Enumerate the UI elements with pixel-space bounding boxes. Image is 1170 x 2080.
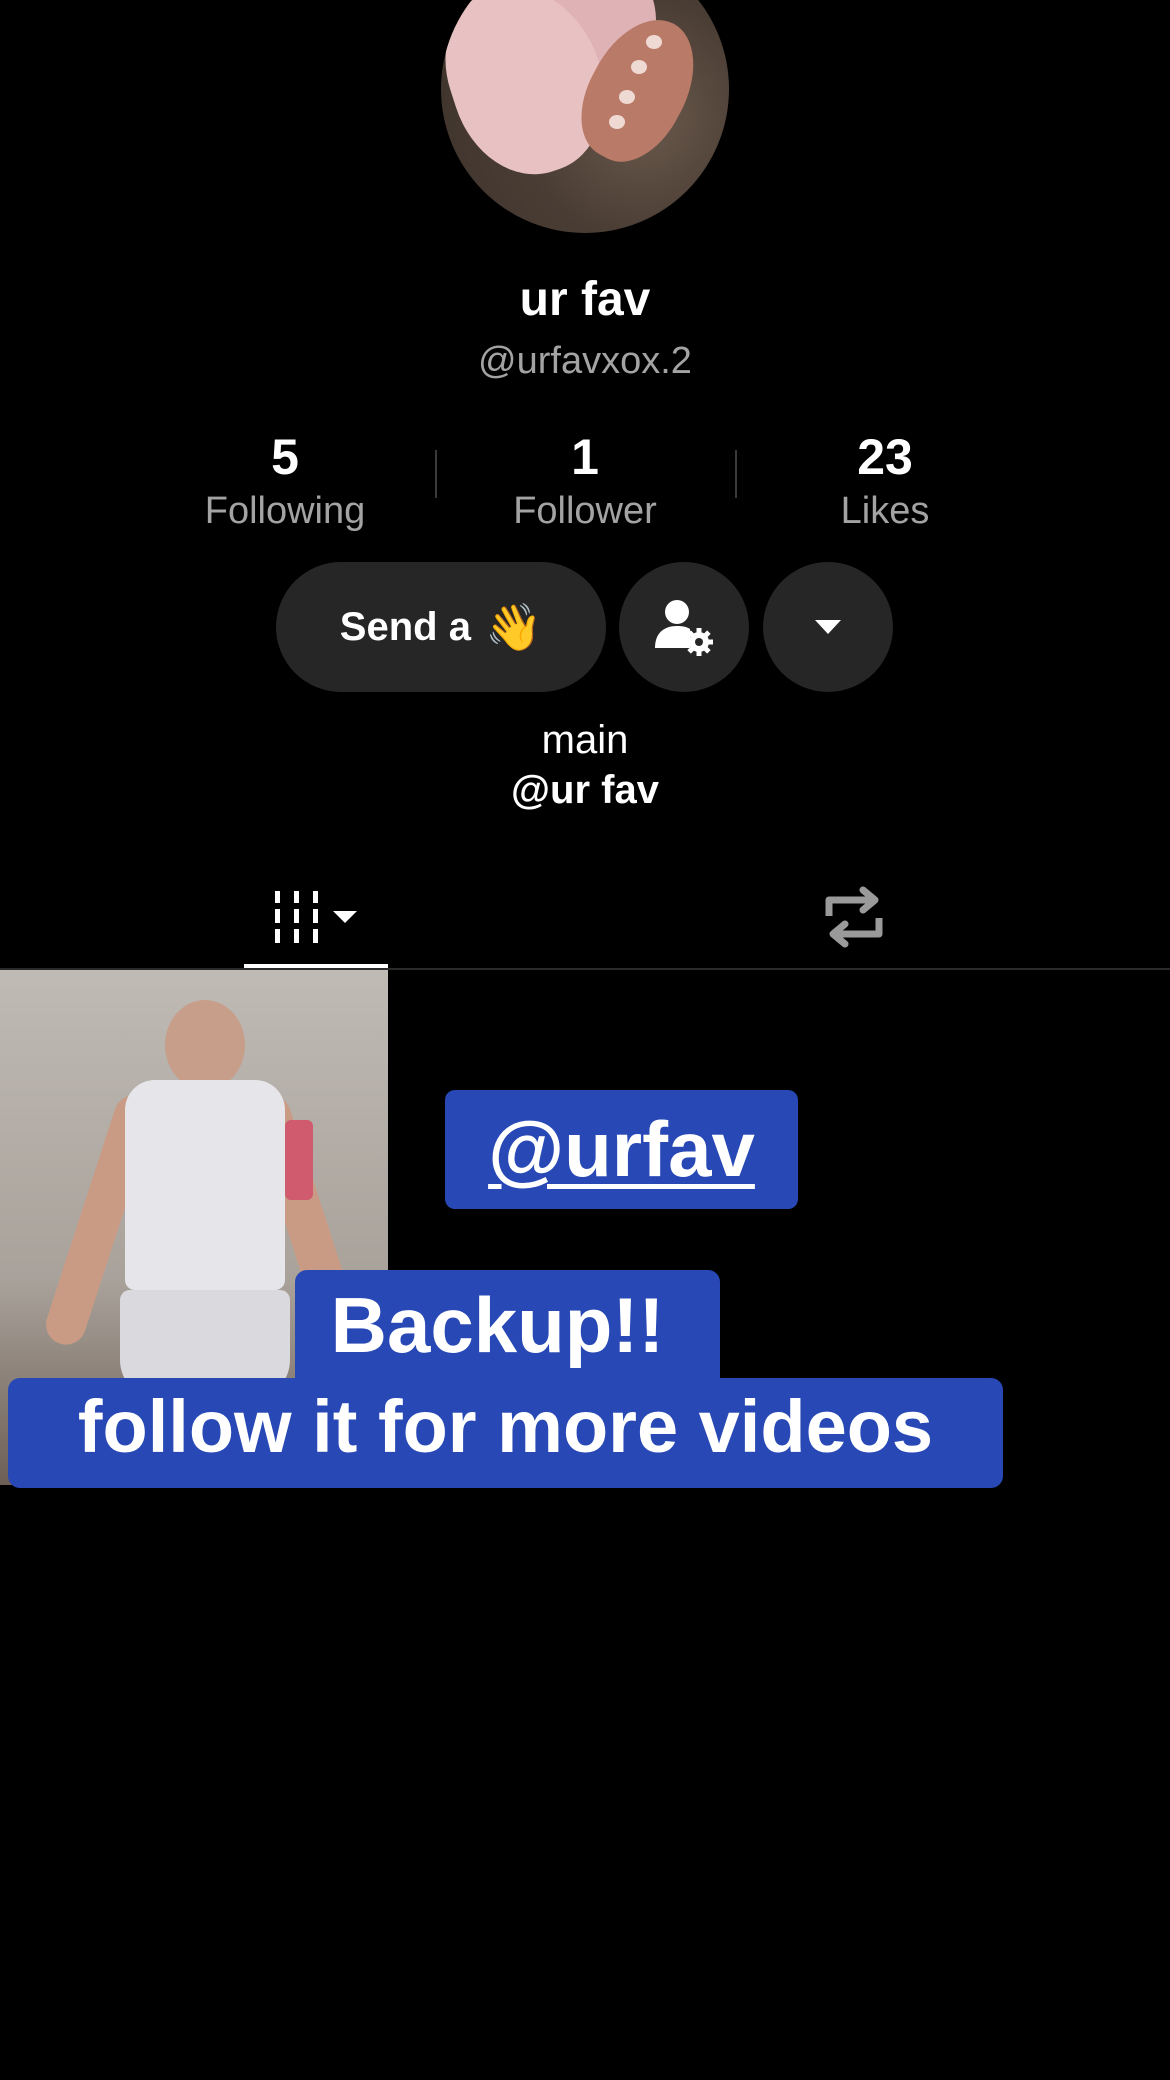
stat-followers[interactable]: 1 Follower [435, 432, 735, 533]
stat-following-label: Following [204, 490, 366, 532]
stat-followers-value: 1 [571, 429, 599, 485]
caption-line-2: follow it for more videos [77, 1385, 934, 1468]
overlay-mention-tag[interactable]: @urfav [445, 1090, 798, 1209]
more-dropdown-button[interactable] [763, 562, 893, 692]
profile-avatar[interactable] [441, 0, 729, 233]
repost-icon [825, 886, 883, 948]
send-wave-label: Send a [339, 604, 471, 649]
bio-line-main: main [541, 718, 629, 762]
tab-reposts[interactable] [800, 870, 908, 964]
username: @urfavxox.2 [478, 340, 692, 382]
stat-likes-value: 23 [857, 429, 913, 485]
display-name: ur fav [519, 273, 651, 326]
stat-likes[interactable]: 23 Likes [735, 432, 1035, 533]
person-gear-icon [655, 600, 713, 656]
stat-following-value: 5 [271, 429, 299, 485]
grid-lines-icon [275, 891, 357, 943]
stat-likes-label: Likes [840, 490, 930, 532]
stat-followers-label: Follower [513, 490, 657, 532]
caret-down-icon [815, 620, 841, 634]
overlay-mention-text: @urfav [488, 1105, 755, 1193]
send-wave-button[interactable]: Send a 👋 [276, 562, 606, 692]
stat-following[interactable]: 5 Following [135, 432, 435, 533]
profile-settings-button[interactable] [619, 562, 749, 692]
caption-line-1: Backup!! [330, 1281, 665, 1369]
bio-mention-link[interactable]: @ur fav [0, 768, 1170, 813]
wave-emoji: 👋 [484, 600, 543, 653]
tab-videos[interactable] [244, 870, 388, 964]
